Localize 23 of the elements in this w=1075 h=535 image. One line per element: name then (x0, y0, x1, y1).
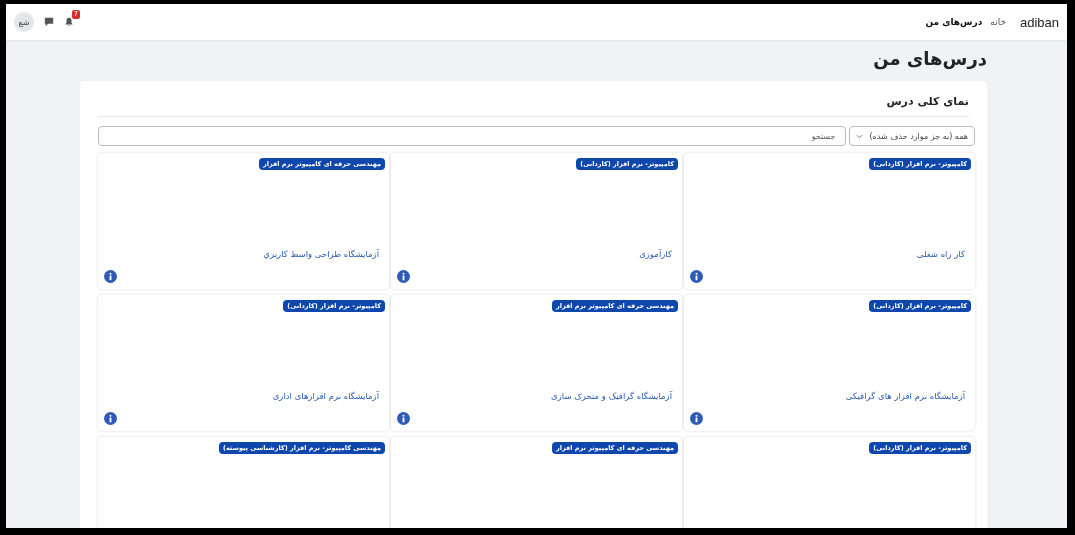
course-link[interactable]: کار راه شغلی (916, 249, 965, 259)
user-avatar[interactable]: شع (14, 12, 34, 32)
course-link[interactable]: آزمایشگاه نرم افزارهای اداری (272, 391, 379, 401)
course-link[interactable]: کارآموزی (639, 249, 672, 259)
info-icon[interactable] (104, 412, 117, 425)
bell-icon[interactable] (64, 17, 74, 27)
info-icon[interactable] (690, 270, 703, 283)
nav-link[interactable]: خانه (990, 17, 1006, 27)
nav-link[interactable]: درس‌های من (925, 17, 983, 27)
course-link[interactable]: آزمایشگاه طراحی واسط کاربري (263, 249, 379, 259)
info-icon[interactable] (104, 270, 117, 283)
site-name[interactable]: adiban (1019, 14, 1059, 30)
page-title: درس‌های من (872, 48, 987, 69)
info-icon[interactable] (397, 270, 410, 283)
chevron-icon (856, 133, 864, 139)
chat-icon[interactable] (44, 17, 54, 27)
course-link[interactable]: آزمایشگاه گرافیک و متحرک سازی (551, 391, 672, 401)
info-icon[interactable] (397, 412, 410, 425)
search-field[interactable]: جستجو (98, 126, 847, 146)
info-icon[interactable] (690, 412, 703, 425)
filter-dropdown[interactable]: همه (به جز موارد حذف شده) (849, 126, 975, 146)
section-title: نمای کلی درس (98, 95, 969, 117)
course-link[interactable]: آزمایشگاه نرم افزار های گرافیکی (845, 391, 965, 401)
